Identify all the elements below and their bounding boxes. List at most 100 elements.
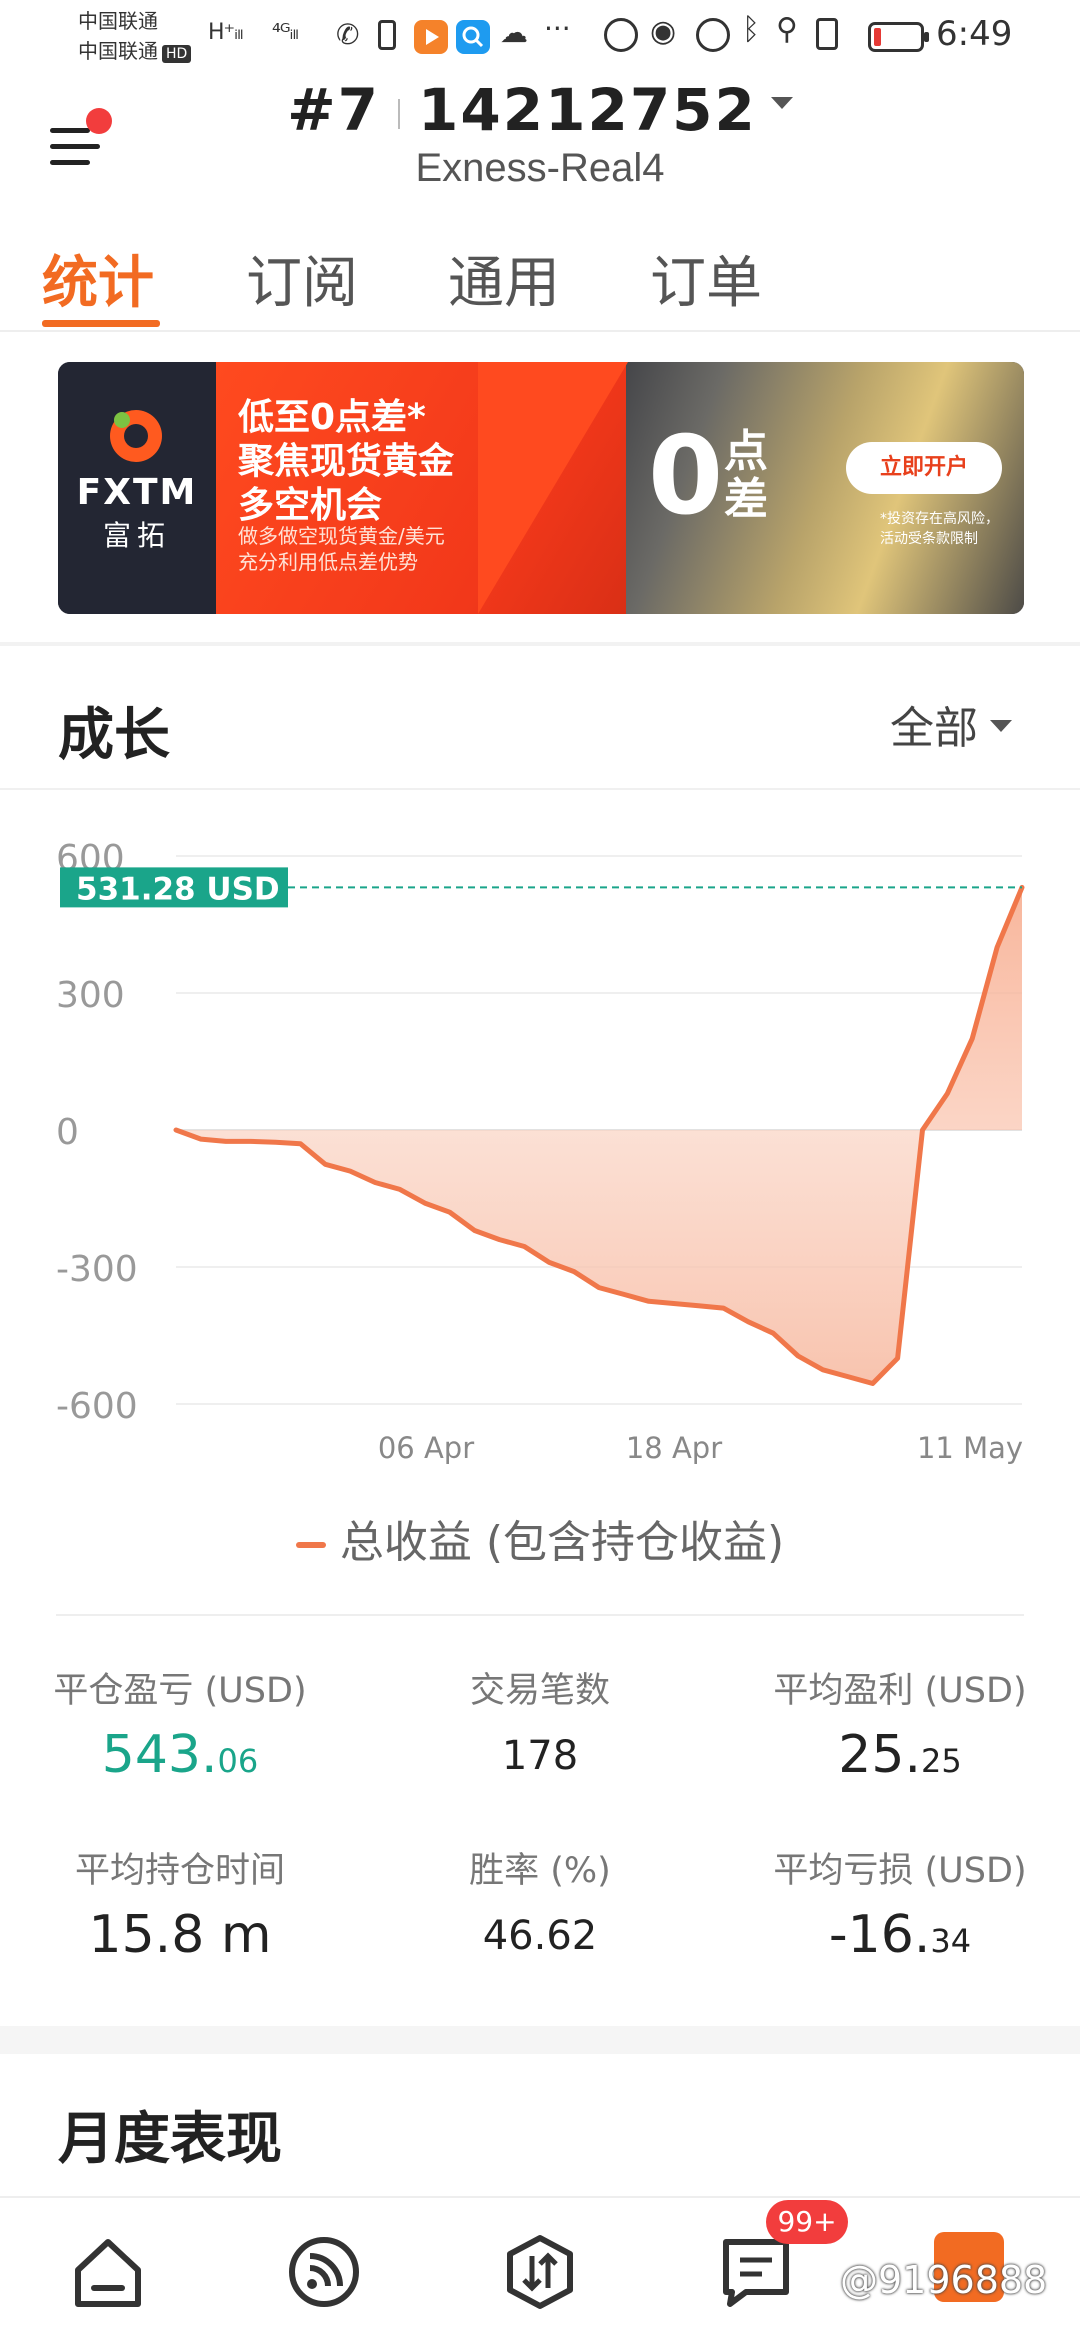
account-line[interactable]: #7 14212752: [0, 76, 1080, 144]
home-icon[interactable]: [68, 2232, 148, 2312]
range-filter-label: 全部: [890, 703, 978, 754]
current-value-label: 531.28 USD: [76, 871, 280, 907]
data-point: [522, 1244, 526, 1248]
data-point: [920, 1128, 924, 1132]
active-tab-indicator: [42, 320, 160, 327]
tab-orders[interactable]: 订单: [650, 238, 762, 319]
data-point: [871, 1381, 875, 1385]
vibrate-icon: [816, 18, 838, 50]
stat-closed-pl: 平仓盈亏 (USD) 543.06: [10, 1662, 350, 1785]
alarm-icon: [696, 18, 730, 52]
account-separator: [398, 98, 401, 129]
closed-pl-label: 平仓盈亏 (USD): [53, 1671, 307, 1711]
fxtm-logo-icon: [110, 410, 162, 462]
banner-red-shard: [478, 362, 628, 614]
tab-subscribe[interactable]: 订阅: [246, 238, 358, 319]
dropdown-caret-icon: [770, 96, 793, 109]
stat-avg-loss: 平均亏损 (USD) -16.34: [730, 1842, 1070, 1965]
banner-subline-2: 充分利用低点差优势: [238, 550, 418, 574]
avg-loss-dec: 34: [930, 1922, 972, 1960]
data-point: [224, 1139, 228, 1143]
section-line: [0, 788, 1080, 790]
chart-legend: 总收益 (包含持仓收益): [0, 1506, 1080, 1570]
x-tick-label: 18 Apr: [626, 1431, 722, 1465]
nfc-icon: [604, 18, 638, 52]
avg-loss-int: -16.: [828, 1905, 931, 1965]
messages-icon[interactable]: [716, 2232, 796, 2312]
trades-value: 178: [501, 1733, 579, 1779]
missed-call-icon: ✆: [336, 18, 360, 51]
fxtm-brand: FXTM: [76, 472, 198, 513]
data-point: [771, 1331, 775, 1335]
stats-divider: [56, 1614, 1024, 1616]
data-point: [323, 1162, 327, 1166]
avg-hold-label: 平均持仓时间: [74, 1851, 285, 1891]
stat-avg-hold: 平均持仓时间 15.8 m: [10, 1842, 350, 1965]
data-point: [298, 1142, 302, 1146]
data-point: [423, 1201, 427, 1205]
data-point: [348, 1169, 352, 1173]
y-tick-label: -600: [56, 1386, 138, 1427]
data-point: [547, 1260, 551, 1264]
data-point: [572, 1270, 576, 1274]
section-gap: [0, 2026, 1080, 2054]
stat-win-rate: 胜率 (%) 46.62: [370, 1842, 710, 1959]
weather-icon: ☁: [500, 16, 528, 49]
data-point: [896, 1356, 900, 1360]
data-point: [174, 1128, 178, 1132]
account-selector[interactable]: #7 14212752 Exness-Real4: [0, 76, 1080, 191]
y-tick-label: 300: [56, 975, 125, 1016]
data-point: [597, 1286, 601, 1290]
trade-icon[interactable]: [500, 2232, 580, 2312]
closed-pl-int: 543.: [101, 1725, 218, 1785]
y-tick-label: 0: [56, 1112, 79, 1153]
banner-zero: 0: [648, 414, 724, 539]
closed-pl-dec: 06: [217, 1742, 259, 1780]
range-filter[interactable]: 全部: [890, 692, 1012, 756]
carrier-1: 中国联通: [78, 9, 158, 33]
ad-banner[interactable]: FXTM 富拓 低至0点差* 聚焦现货黄金 多空机会 做多做空现货黄金/美元 充…: [58, 362, 1024, 614]
server-name: Exness-Real4: [415, 146, 665, 190]
data-point: [821, 1368, 825, 1372]
y-tick-label: -300: [56, 1249, 138, 1290]
search-app-icon: [456, 20, 490, 54]
data-point: [995, 945, 999, 949]
avg-profit-label: 平均盈利 (USD): [773, 1671, 1027, 1711]
data-point: [497, 1238, 501, 1242]
data-point: [672, 1302, 676, 1306]
data-point: [746, 1320, 750, 1324]
carrier-info: 中国联通 中国联通 HD: [78, 6, 192, 66]
signal-1-icon: H⁺ᵢₗₗ: [208, 20, 243, 45]
growth-title: 成长: [58, 703, 170, 768]
carrier-2: 中国联通 HD: [78, 36, 192, 66]
messages-badge: 99+: [766, 2200, 848, 2244]
data-point: [398, 1187, 402, 1191]
status-bar: 中国联通 中国联通 HD H⁺ᵢₗₗ ⁴ᴳᵢₗₗ ✆ ☁ ··· ◉ ᛒ ⚲ 6:…: [0, 0, 1080, 72]
x-tick-label: 06 Apr: [378, 1431, 474, 1465]
feed-icon[interactable]: [284, 2232, 364, 2312]
data-point: [274, 1140, 278, 1144]
legend-label: 总收益 (包含持仓收益): [339, 1517, 785, 1568]
banner-spread-label: 点差: [724, 426, 768, 525]
data-point: [199, 1137, 203, 1141]
eye-icon: ◉: [650, 14, 677, 49]
tab-general[interactable]: 通用: [448, 238, 560, 319]
avg-profit-dec: 25: [920, 1742, 962, 1780]
dropdown-caret-icon: [990, 720, 1012, 732]
tab-stats[interactable]: 统计: [42, 238, 154, 319]
stat-trades: 交易笔数 178: [370, 1662, 710, 1779]
avg-profit-value: 25.25: [730, 1725, 1070, 1785]
avg-profit-int: 25.: [838, 1725, 921, 1785]
x-tick-label: 11 May: [917, 1431, 1023, 1465]
monthly-title: 月度表现: [58, 2107, 282, 2172]
hd-badge: HD: [162, 45, 192, 63]
banner-risk-2: 活动受条款限制: [880, 531, 978, 547]
growth-chart: 6003000-300-600531.28 USD06 Apr 18 Apr 11 …: [56, 838, 1025, 1465]
closed-pl-value: 543.06: [10, 1725, 350, 1785]
win-rate-label: 胜率 (%): [469, 1851, 611, 1891]
data-point: [373, 1181, 377, 1185]
open-account-button[interactable]: 立即开户: [846, 442, 1002, 494]
avg-hold-value: 15.8 m: [88, 1905, 272, 1965]
signal-2-icon: ⁴ᴳᵢₗₗ: [272, 20, 299, 45]
clock: 6:49: [936, 14, 1013, 54]
